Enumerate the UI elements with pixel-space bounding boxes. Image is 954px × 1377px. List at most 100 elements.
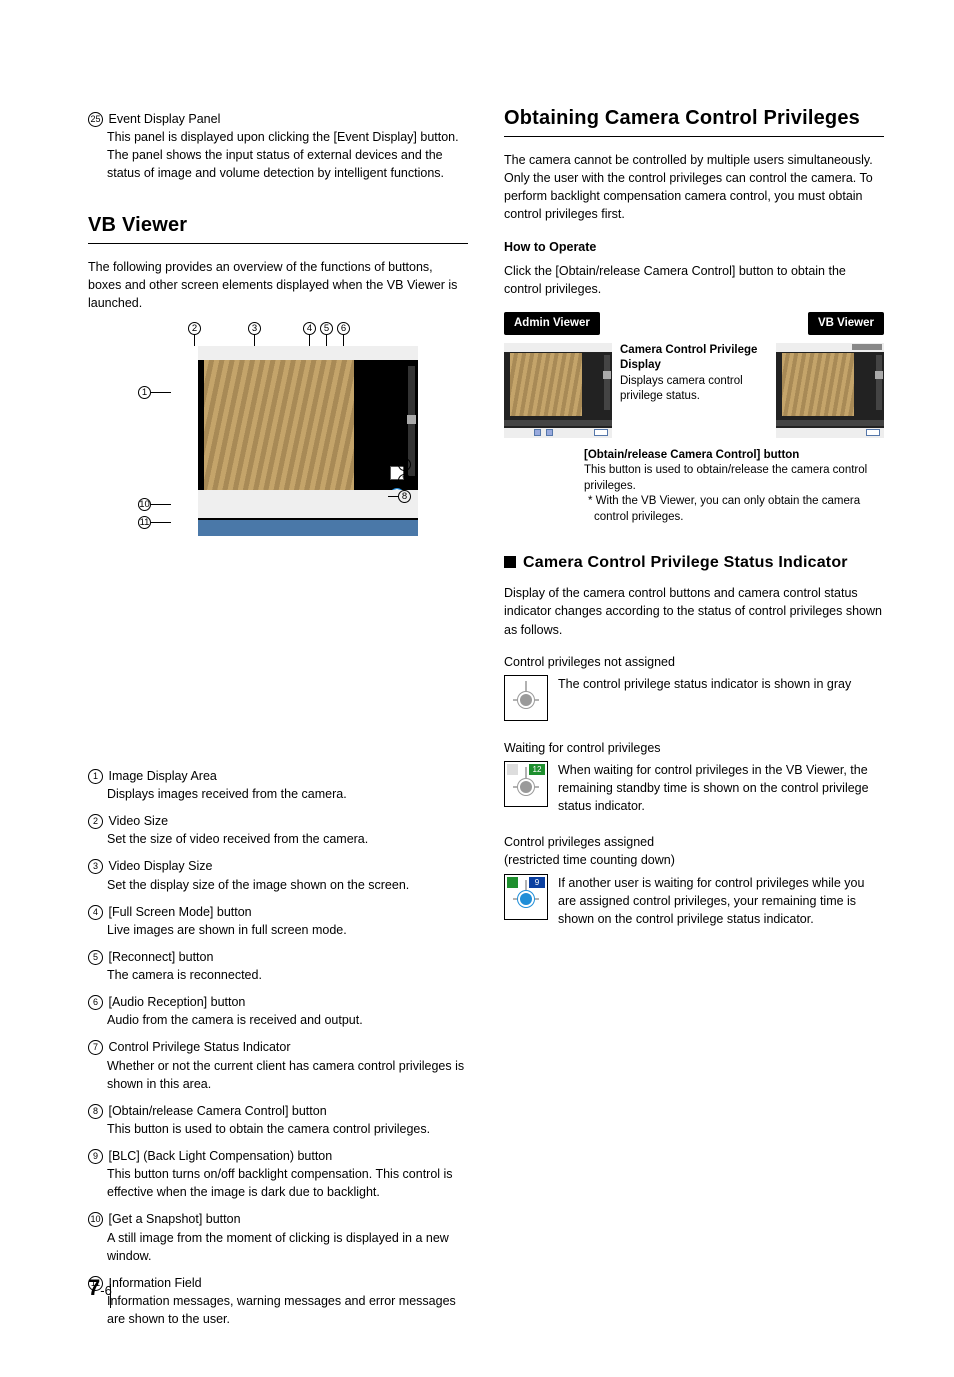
- callout-5: 5: [320, 322, 333, 335]
- ob-note: * With the VB Viewer, you can only obtai…: [590, 494, 884, 525]
- state-body: If another user is waiting for control p…: [558, 874, 884, 928]
- item-title: Video Size: [108, 814, 168, 828]
- vb-viewer-label: VB Viewer: [808, 312, 884, 335]
- status-indicator-icon: 12: [504, 761, 548, 807]
- vb-viewer-diagram: 2 3 4 5 6 1 9: [138, 326, 418, 749]
- camera-control-display-text: Camera Control Privilege Display Display…: [620, 343, 768, 405]
- right-column: Obtaining Camera Control Privileges The …: [504, 100, 884, 1337]
- ob-title: [Obtain/release Camera Control] button: [584, 449, 799, 461]
- item-5: 5 [Reconnect] button The camera is reconn…: [88, 948, 468, 984]
- callout-9: 9: [398, 458, 411, 471]
- callout-11: 11: [138, 516, 151, 529]
- item-6: 6 [Audio Reception] button Audio from the…: [88, 993, 468, 1029]
- circled-number: 10: [88, 1212, 103, 1227]
- callout-4: 4: [303, 322, 316, 335]
- heading-obtaining: Obtaining Camera Control Privileges: [504, 104, 884, 137]
- item-title: [Get a Snapshot] button: [108, 1212, 240, 1226]
- item-title: Image Display Area: [108, 769, 216, 783]
- item-8: 8 [Obtain/release Camera Control] button…: [88, 1102, 468, 1138]
- page-number: 7-6: [88, 1272, 112, 1304]
- item-11: 11 Information FieldInformation messages…: [88, 1274, 468, 1328]
- circled-number: 6: [88, 995, 103, 1010]
- circled-number: 7: [88, 1040, 103, 1055]
- item-body: Set the display size of the image shown …: [107, 876, 468, 894]
- item-body: This button turns on/off backlight compe…: [107, 1165, 468, 1201]
- item-title: Event Display Panel: [108, 112, 220, 126]
- circled-number: 2: [88, 814, 103, 829]
- item-title: Video Display Size: [108, 859, 212, 873]
- sub-intro: Display of the camera control buttons an…: [504, 584, 884, 638]
- item-body: Displays images received from the camera…: [107, 785, 468, 803]
- page: 25 Event Display Panel This panel is dis…: [0, 0, 954, 1377]
- item-body: Whether or not the current client has ca…: [107, 1057, 468, 1093]
- item-body: Live images are shown in full screen mod…: [107, 921, 468, 939]
- item-7: 7 Control Privilege Status Indicator Whet…: [88, 1038, 468, 1092]
- item-body: Set the size of video received from the …: [107, 830, 468, 848]
- item-3: 3 Video Display Size Set the display size…: [88, 857, 468, 893]
- left-column: 25 Event Display Panel This panel is dis…: [88, 100, 468, 1337]
- subheading-text: Camera Control Privilege Status Indicato…: [523, 554, 848, 571]
- item-body: The camera is reconnected.: [107, 966, 468, 984]
- callout-10: 10: [138, 498, 151, 511]
- state-title: Control privileges assigned: [504, 833, 884, 851]
- ob-body: This button is used to obtain/release th…: [584, 464, 867, 492]
- item-title: Control Privilege Status Indicator: [108, 1040, 290, 1054]
- status-states-list: Control privileges not assignedThe contr…: [504, 653, 884, 928]
- heading-vb-viewer: VB Viewer: [88, 211, 468, 244]
- item-title: Information Field: [108, 1276, 201, 1290]
- state-body: When waiting for control privileges in t…: [558, 761, 884, 815]
- circled-number: 3: [88, 859, 103, 874]
- item-10: 10 [Get a Snapshot] button A still image …: [88, 1210, 468, 1264]
- item-list: 1 Image Display Area Displays images rece…: [88, 767, 468, 1328]
- item-body: Audio from the camera is received and ou…: [107, 1011, 468, 1029]
- cc-title: Camera Control Privilege Display: [620, 344, 757, 372]
- callout-7: 7: [398, 474, 411, 487]
- circled-number: 4: [88, 905, 103, 920]
- status-state: Control privileges not assignedThe contr…: [504, 653, 884, 721]
- state-title: (restricted time counting down): [504, 851, 884, 869]
- status-state: Control privileges assigned(restricted t…: [504, 833, 884, 928]
- status-state: Waiting for control privileges 12When wai…: [504, 739, 884, 816]
- item-body: This button is used to obtain the camera…: [107, 1120, 468, 1138]
- callout-6: 6: [337, 322, 350, 335]
- circled-number: 1: [88, 769, 103, 784]
- item-title: [Obtain/release Camera Control] button: [108, 1104, 326, 1118]
- item-body: This panel is displayed upon clicking th…: [107, 128, 468, 146]
- item-25: 25 Event Display Panel This panel is dis…: [88, 110, 468, 183]
- page-number-rule: [110, 1284, 111, 1308]
- item-title: [Reconnect] button: [108, 950, 213, 964]
- circled-number: 9: [88, 1149, 103, 1164]
- item-body: Information messages, warning messages a…: [107, 1292, 468, 1328]
- cc-body: Displays camera control privilege status…: [620, 375, 743, 403]
- item-title: [Audio Reception] button: [108, 995, 245, 1009]
- circled-number: 8: [88, 1104, 103, 1119]
- circled-number: 25: [88, 112, 103, 127]
- how-to-operate-label: How to Operate: [504, 238, 884, 256]
- item-body: The panel shows the input status of exte…: [107, 146, 468, 182]
- viewer-labels-row: Admin Viewer VB Viewer: [504, 312, 884, 335]
- item-4: 4 [Full Screen Mode] button Live images a…: [88, 903, 468, 939]
- callout-3: 3: [248, 322, 261, 335]
- intro-paragraph: The following provides an overview of th…: [88, 258, 468, 312]
- item-title: [Full Screen Mode] button: [108, 905, 251, 919]
- item-9: 9 [BLC] (Back Light Compensation) button…: [88, 1147, 468, 1201]
- admin-viewer-label: Admin Viewer: [504, 312, 600, 335]
- vb-viewer-thumbnail: [776, 343, 884, 438]
- obtain-release-text: [Obtain/release Camera Control] button T…: [584, 448, 884, 526]
- square-bullet-icon: [504, 556, 516, 568]
- item-2: 2 Video Size Set the size of video receiv…: [88, 812, 468, 848]
- item-body: A still image from the moment of clickin…: [107, 1229, 468, 1265]
- callout-8: 8: [398, 490, 411, 503]
- callout-2: 2: [188, 322, 201, 335]
- circled-number: 5: [88, 950, 103, 965]
- how-to-operate-body: Click the [Obtain/release Camera Control…: [504, 262, 884, 298]
- item-title: [BLC] (Back Light Compensation) button: [108, 1149, 332, 1163]
- state-title: Waiting for control privileges: [504, 739, 884, 757]
- callout-1: 1: [138, 386, 151, 399]
- status-indicator-icon: 9: [504, 874, 548, 920]
- state-body: The control privilege status indicator i…: [558, 675, 884, 693]
- admin-viewer-thumbnail: [504, 343, 612, 438]
- intro-paragraph: The camera cannot be controlled by multi…: [504, 151, 884, 224]
- subheading-status-indicator: Camera Control Privilege Status Indicato…: [504, 551, 884, 574]
- item-1: 1 Image Display Area Displays images rece…: [88, 767, 468, 803]
